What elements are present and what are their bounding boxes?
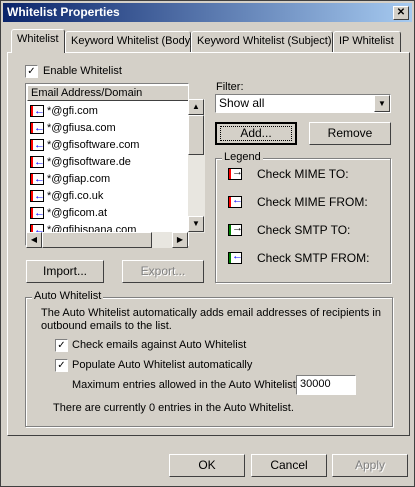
tab-keyword-body[interactable]: Keyword Whitelist (Body): [65, 31, 194, 52]
window-title: Whitelist Properties: [7, 5, 120, 19]
tab-ip-whitelist[interactable]: IP Whitelist: [333, 31, 401, 52]
column-header-email[interactable]: Email Address/Domain: [27, 85, 188, 101]
filter-label: Filter:: [216, 81, 244, 93]
scroll-thumb[interactable]: [188, 115, 204, 155]
scroll-left-icon[interactable]: ◀: [26, 232, 42, 248]
scroll-right-icon[interactable]: ▶: [172, 232, 188, 248]
auto-whitelist-description: The Auto Whitelist automatically adds em…: [41, 307, 381, 332]
legend-icon: →: [228, 222, 243, 236]
scroll-down-icon[interactable]: ▼: [188, 216, 204, 232]
enable-whitelist-checkbox[interactable]: ✓: [25, 65, 38, 78]
check-emails-checkbox[interactable]: ✓: [55, 339, 68, 352]
filter-value: Show all: [219, 96, 265, 110]
list-item[interactable]: ← *@gfi.co.uk: [30, 188, 103, 205]
remove-button[interactable]: Remove: [309, 122, 391, 145]
legend-icon: ←: [228, 194, 243, 208]
import-button[interactable]: Import...: [26, 260, 104, 283]
list-item[interactable]: ← *@gfiap.com: [30, 171, 110, 188]
list-item[interactable]: ← *@gfiusa.com: [30, 120, 116, 137]
horizontal-scrollbar[interactable]: ◀ ▶: [26, 232, 188, 248]
mime-from-icon: ←: [30, 190, 45, 203]
legend-label: Check SMTP FROM:: [257, 251, 370, 265]
mime-from-icon: ←: [30, 122, 45, 135]
filter-select[interactable]: Show all ▼: [215, 94, 391, 113]
list-item-label: *@gficom.at: [47, 207, 108, 219]
mime-from-icon: ←: [30, 156, 45, 169]
cancel-button[interactable]: Cancel: [251, 454, 327, 477]
legend-label: Check SMTP TO:: [257, 223, 351, 237]
vertical-scrollbar[interactable]: ▲ ▼: [188, 99, 205, 233]
populate-label: Populate Auto Whitelist automatically: [72, 359, 253, 371]
list-item-label: *@gfi.co.uk: [47, 190, 104, 202]
mime-from-icon: ←: [30, 173, 45, 186]
list-item-label: *@gfiap.com: [47, 173, 111, 185]
list-item-label: *@gfiusa.com: [47, 122, 116, 134]
list-item-label: *@gfisoftware.de: [47, 156, 131, 168]
max-entries-input[interactable]: 30000: [296, 375, 356, 395]
list-item[interactable]: ← *@gfisoftware.de: [30, 154, 131, 171]
export-button: Export...: [122, 260, 204, 283]
hscroll-thumb[interactable]: [42, 232, 152, 248]
legend-title: Legend: [222, 151, 263, 163]
mime-from-icon: ←: [30, 139, 45, 152]
tab-keyword-subject[interactable]: Keyword Whitelist (Subject): [191, 31, 333, 52]
tab-whitelist[interactable]: Whitelist: [11, 29, 65, 53]
list-item-label: *@gfisoftware.com: [47, 139, 140, 151]
add-button[interactable]: Add...: [215, 122, 297, 145]
dialog-window: Whitelist Properties ✕ Whitelist Keyword…: [0, 0, 415, 487]
title-bar[interactable]: Whitelist Properties ✕: [3, 3, 412, 22]
email-domain-list[interactable]: Email Address/Domain ← *@gfi.com ← *@gfiusa…: [25, 83, 189, 246]
enable-whitelist-label: Enable Whitelist: [43, 65, 122, 77]
max-entries-label: Maximum entries allowed in the Auto Whit…: [72, 379, 299, 391]
legend-icon: ←: [228, 250, 243, 264]
mime-from-icon: ←: [30, 207, 45, 220]
auto-whitelist-status: There are currently 0 entries in the Aut…: [53, 402, 294, 414]
check-emails-label: Check emails against Auto Whitelist: [72, 339, 247, 351]
close-icon[interactable]: ✕: [393, 6, 409, 20]
ok-button[interactable]: OK: [169, 454, 245, 477]
list-item[interactable]: ← *@gfisoftware.com: [30, 137, 139, 154]
auto-whitelist-title: Auto Whitelist: [32, 290, 104, 302]
legend-icon: →: [228, 166, 243, 180]
legend-label: Check MIME TO:: [257, 167, 349, 181]
list-item[interactable]: ← *@gficom.at: [30, 205, 107, 222]
list-item-label: *@gfi.com: [47, 105, 98, 117]
legend-label: Check MIME FROM:: [257, 195, 368, 209]
scroll-up-icon[interactable]: ▲: [188, 99, 204, 115]
apply-button: Apply: [332, 454, 408, 477]
populate-checkbox[interactable]: ✓: [55, 359, 68, 372]
mime-from-icon: ←: [30, 105, 45, 118]
chevron-down-icon[interactable]: ▼: [374, 95, 390, 112]
list-item[interactable]: ← *@gfi.com: [30, 103, 98, 120]
